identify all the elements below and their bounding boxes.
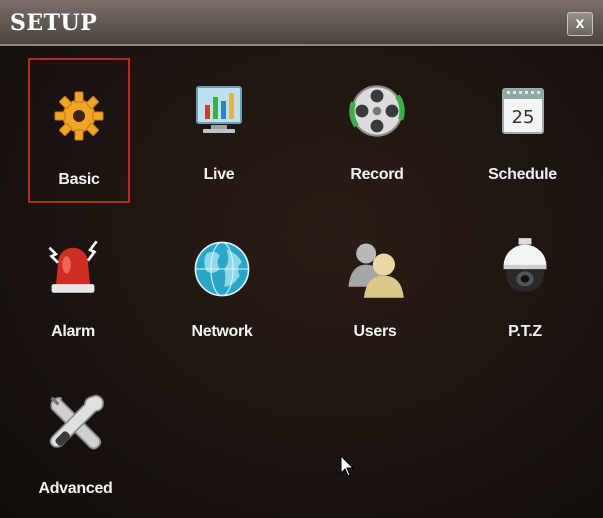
menu-item-label: Live xyxy=(203,166,235,183)
menu-item-label: Network xyxy=(191,323,253,340)
globe-icon xyxy=(194,241,250,297)
menu-item-schedule[interactable]: 25 Schedule xyxy=(465,65,580,200)
menu-item-label: P.T.Z xyxy=(508,323,542,340)
menu-item-users[interactable]: Users xyxy=(320,222,430,357)
menu-item-alarm[interactable]: Alarm xyxy=(18,222,128,357)
window-title: SETUP xyxy=(10,10,98,36)
film-reel-icon xyxy=(349,85,405,137)
users-icon xyxy=(348,243,404,298)
title-bar: SETUP x xyxy=(0,0,603,46)
menu-item-live[interactable]: Live xyxy=(164,65,274,200)
menu-item-basic[interactable]: Basic xyxy=(28,58,130,203)
menu-item-record[interactable]: Record xyxy=(322,65,432,200)
menu-item-advanced[interactable]: Advanced xyxy=(18,375,133,510)
tools-icon xyxy=(49,394,104,450)
menu-item-label: Record xyxy=(350,166,404,183)
mouse-cursor-icon xyxy=(340,455,354,477)
menu-item-label: Basic xyxy=(58,171,100,188)
close-button[interactable]: x xyxy=(567,12,593,36)
calendar-day-text: 25 xyxy=(511,107,534,128)
gear-icon xyxy=(54,91,104,141)
menu-item-label: Schedule xyxy=(488,166,557,183)
menu-item-ptz[interactable]: P.T.Z xyxy=(470,222,580,357)
monitor-chart-icon xyxy=(196,86,242,133)
siren-icon xyxy=(48,240,98,293)
calendar-icon: 25 xyxy=(501,88,544,134)
menu-item-network[interactable]: Network xyxy=(162,222,282,357)
menu-item-label: Alarm xyxy=(51,323,95,340)
dome-camera-icon xyxy=(503,238,547,292)
menu-item-label: Users xyxy=(353,323,397,340)
setup-window: SETUP x Basic Live Record 25 Schedule Al… xyxy=(0,0,603,518)
menu-item-label: Advanced xyxy=(38,480,113,497)
